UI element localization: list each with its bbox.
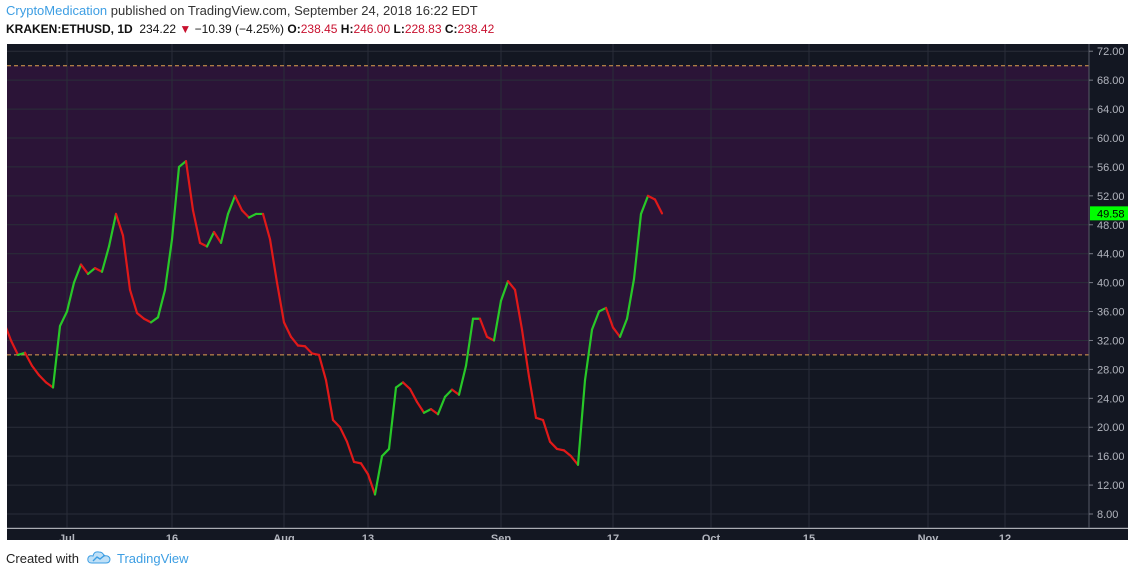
last-value-label: 49.58 bbox=[1097, 208, 1125, 220]
x-tick-label: Jul bbox=[59, 533, 75, 540]
y-tick-label: 32.00 bbox=[1097, 335, 1125, 347]
y-tick-label: 72.00 bbox=[1097, 46, 1125, 58]
chart-area[interactable]: 8.00 12.00 16.00 20.00 24.00 28.00 32.00 36.00 4… bbox=[0, 42, 1137, 549]
tradingview-logo-icon[interactable] bbox=[87, 550, 111, 567]
y-tick-label: 44.00 bbox=[1097, 249, 1125, 261]
close-label: C: bbox=[444, 22, 458, 36]
x-tick-label: 15 bbox=[803, 533, 815, 540]
open-label: O: bbox=[287, 22, 301, 36]
y-tick-label: 28.00 bbox=[1097, 364, 1125, 376]
x-tick-label: Aug bbox=[273, 533, 294, 540]
open-value: 238.45 bbox=[300, 22, 338, 36]
low-label: L: bbox=[393, 22, 405, 36]
y-tick-label: 64.00 bbox=[1097, 104, 1125, 116]
tradingview-link[interactable]: TradingView bbox=[117, 551, 189, 566]
y-tick-label: 8.00 bbox=[1097, 509, 1118, 521]
y-tick-label: 16.00 bbox=[1097, 451, 1125, 463]
y-tick-label: 48.00 bbox=[1097, 220, 1125, 232]
low-value: 228.83 bbox=[404, 22, 442, 36]
oscillator-chart[interactable]: 8.00 12.00 16.00 20.00 24.00 28.00 32.00 36.00 4… bbox=[0, 42, 1137, 549]
y-tick-label: 52.00 bbox=[1097, 191, 1125, 203]
author-link[interactable]: CryptoMedication bbox=[6, 3, 107, 18]
x-tick-label: 16 bbox=[166, 533, 178, 540]
footer: Created with TradingView bbox=[6, 550, 189, 567]
created-with-text: Created with bbox=[6, 551, 79, 566]
price-change: −10.39 (−4.25%) bbox=[194, 22, 285, 36]
y-tick-label: 12.00 bbox=[1097, 480, 1125, 492]
y-tick-label: 24.00 bbox=[1097, 393, 1125, 405]
high-value: 246.00 bbox=[353, 22, 391, 36]
y-tick-label: 36.00 bbox=[1097, 307, 1125, 319]
published-header: CryptoMedication published on TradingVie… bbox=[6, 3, 478, 18]
x-tick-label: 13 bbox=[362, 533, 374, 540]
x-tick-label: Oct bbox=[702, 533, 721, 540]
x-tick-label: 12 bbox=[999, 533, 1011, 540]
symbol-info-bar: KRAKEN:ETHUSD, 1D 234.22 ▼ −10.39 (−4.25… bbox=[6, 22, 494, 36]
published-text: published on TradingView.com, September … bbox=[110, 3, 478, 18]
last-price: 234.22 bbox=[139, 22, 177, 36]
x-tick-label: 17 bbox=[607, 533, 619, 540]
close-value: 238.42 bbox=[457, 22, 495, 36]
down-arrow-icon: ▼ bbox=[179, 22, 192, 36]
x-tick-label: Sep bbox=[491, 533, 511, 540]
symbol-name[interactable]: KRAKEN:ETHUSD, 1D bbox=[6, 22, 133, 36]
y-tick-label: 60.00 bbox=[1097, 133, 1125, 145]
y-tick-label: 40.00 bbox=[1097, 278, 1125, 290]
y-tick-label: 68.00 bbox=[1097, 75, 1125, 87]
x-tick-label: Nov bbox=[918, 533, 940, 540]
high-label: H: bbox=[340, 22, 354, 36]
y-tick-label: 56.00 bbox=[1097, 162, 1125, 174]
y-tick-label: 20.00 bbox=[1097, 422, 1125, 434]
